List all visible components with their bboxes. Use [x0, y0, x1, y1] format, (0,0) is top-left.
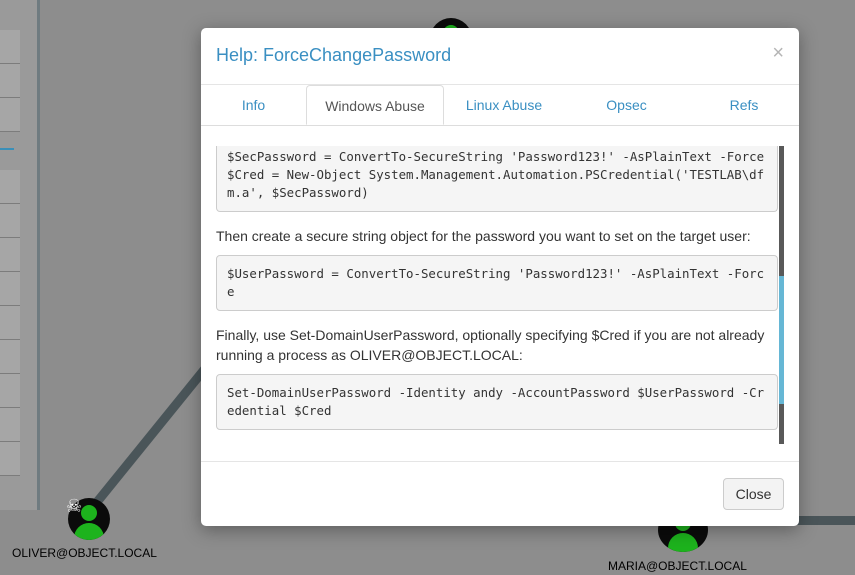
close-button[interactable]: Close — [723, 478, 784, 510]
side-panel — [0, 0, 40, 510]
modal-header: Help: ForceChangePassword × — [201, 28, 799, 85]
tab-windows-abuse[interactable]: Windows Abuse — [306, 85, 444, 125]
scrollbar-thumb[interactable] — [779, 276, 784, 404]
user-icon-head — [81, 505, 97, 521]
instruction-text: Finally, use Set-DomainUserPassword, opt… — [216, 327, 765, 363]
tab-opsec[interactable]: Opsec — [564, 85, 689, 125]
modal-footer: Close — [201, 461, 799, 527]
side-panel-row — [0, 64, 20, 98]
scrollbar-track[interactable] — [779, 404, 784, 444]
side-panel-row — [0, 30, 20, 64]
side-panel-row — [0, 204, 20, 238]
user-icon-body — [74, 523, 104, 540]
side-panel-row — [0, 408, 20, 442]
tab-refs[interactable]: Refs — [689, 85, 799, 125]
user-icon-body — [668, 533, 698, 552]
tab-content[interactable]: $SecPassword = ConvertTo-SecureString 'P… — [201, 146, 799, 444]
code-block-user-password: $UserPassword = ConvertTo-SecureString '… — [216, 255, 778, 311]
node-label-maria: MARIA@OBJECT.LOCAL — [608, 559, 747, 573]
modal-title: Help: ForceChangePassword — [216, 45, 452, 65]
side-panel-row — [0, 170, 20, 204]
code-block-set-password: Set-DomainUserPassword -Identity andy -A… — [216, 374, 778, 430]
code-block-credential: $SecPassword = ConvertTo-SecureString 'P… — [216, 146, 778, 212]
side-panel-row — [0, 340, 20, 374]
side-panel-row — [0, 98, 20, 132]
instruction-text: Then create a secure string object for t… — [216, 228, 751, 244]
tab-info[interactable]: Info — [201, 85, 306, 125]
tab-linux-abuse[interactable]: Linux Abuse — [444, 85, 564, 125]
tab-content-inner: $SecPassword = ConvertTo-SecureString 'P… — [216, 146, 778, 430]
side-panel-row — [0, 272, 20, 306]
node-label-oliver: OLIVER@OBJECT.LOCAL — [12, 546, 157, 560]
skull-icon: ☠ — [66, 496, 83, 516]
side-panel-accent — [0, 148, 14, 150]
side-panel-row — [0, 306, 20, 340]
help-modal: Help: ForceChangePassword × Info Windows… — [201, 28, 799, 526]
close-icon[interactable]: × — [772, 42, 784, 65]
side-panel-row — [0, 374, 20, 408]
side-panel-row — [0, 442, 20, 476]
scrollbar-track[interactable] — [779, 146, 784, 276]
tab-bar: Info Windows Abuse Linux Abuse Opsec Ref… — [201, 85, 799, 126]
side-panel-row — [0, 238, 20, 272]
